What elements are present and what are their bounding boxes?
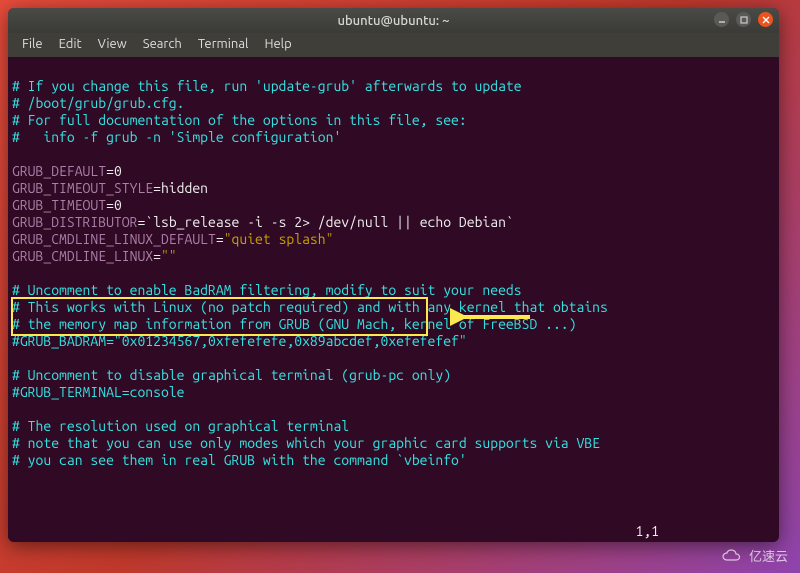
menu-terminal[interactable]: Terminal bbox=[190, 33, 257, 57]
menu-file[interactable]: File bbox=[14, 33, 51, 57]
comment-line: #GRUB_BADRAM="0x01234567,0xfefefefe,0x89… bbox=[12, 333, 467, 349]
terminal-window: ubuntu@ubuntu: ~ File Edit View Search T… bbox=[8, 8, 779, 542]
menu-help[interactable]: Help bbox=[256, 33, 299, 57]
comment-line: # /boot/grub/grub.cfg. bbox=[12, 95, 184, 111]
menu-view[interactable]: View bbox=[90, 33, 135, 57]
cloud-icon bbox=[721, 549, 745, 563]
comment-line: #GRUB_TERMINAL=console bbox=[12, 384, 184, 400]
comment-line: # note that you can use only modes which… bbox=[12, 435, 600, 451]
menu-edit[interactable]: Edit bbox=[51, 33, 90, 57]
terminal-content[interactable]: # If you change this file, run 'update-g… bbox=[8, 57, 779, 542]
cursor-position: 1,1 bbox=[635, 523, 659, 540]
comment-line: # Uncomment to disable graphical termina… bbox=[12, 367, 451, 383]
config-key: GRUB_TIMEOUT bbox=[12, 197, 106, 213]
window-buttons bbox=[714, 12, 773, 27]
maximize-button[interactable] bbox=[736, 12, 751, 27]
titlebar: ubuntu@ubuntu: ~ bbox=[8, 8, 779, 33]
config-key: GRUB_DISTRIBUTOR bbox=[12, 214, 137, 230]
close-button[interactable] bbox=[758, 12, 773, 27]
menu-search[interactable]: Search bbox=[135, 33, 190, 57]
comment-line: # the memory map information from GRUB (… bbox=[12, 316, 576, 332]
config-value: `lsb_release -i -s 2> /dev/null || echo … bbox=[145, 214, 513, 230]
config-value: 0 bbox=[114, 163, 122, 179]
window-title: ubuntu@ubuntu: ~ bbox=[8, 14, 779, 28]
comment-line: # This works with Linux (no patch requir… bbox=[12, 299, 608, 315]
minimize-button[interactable] bbox=[714, 12, 729, 27]
watermark-text: 亿速云 bbox=[749, 546, 788, 565]
menubar: File Edit View Search Terminal Help bbox=[8, 33, 779, 57]
config-value: hidden bbox=[161, 180, 208, 196]
config-value: "" bbox=[161, 248, 177, 264]
comment-line: # you can see them in real GRUB with the… bbox=[12, 452, 467, 468]
comment-line: # For full documentation of the options … bbox=[12, 112, 467, 128]
watermark: 亿速云 bbox=[721, 546, 788, 565]
config-key: GRUB_CMDLINE_LINUX bbox=[12, 248, 153, 264]
comment-line: # The resolution used on graphical termi… bbox=[12, 418, 349, 434]
config-key: GRUB_DEFAULT bbox=[12, 163, 106, 179]
comment-line: # info -f grub -n 'Simple configuration' bbox=[12, 129, 341, 145]
config-key: GRUB_CMDLINE_LINUX_DEFAULT bbox=[12, 231, 216, 247]
config-value: "quiet splash" bbox=[224, 231, 334, 247]
config-key: GRUB_TIMEOUT_STYLE bbox=[12, 180, 153, 196]
comment-line: # Uncomment to enable BadRAM filtering, … bbox=[12, 282, 522, 298]
comment-line: # If you change this file, run 'update-g… bbox=[12, 78, 522, 94]
config-value: 0 bbox=[114, 197, 122, 213]
